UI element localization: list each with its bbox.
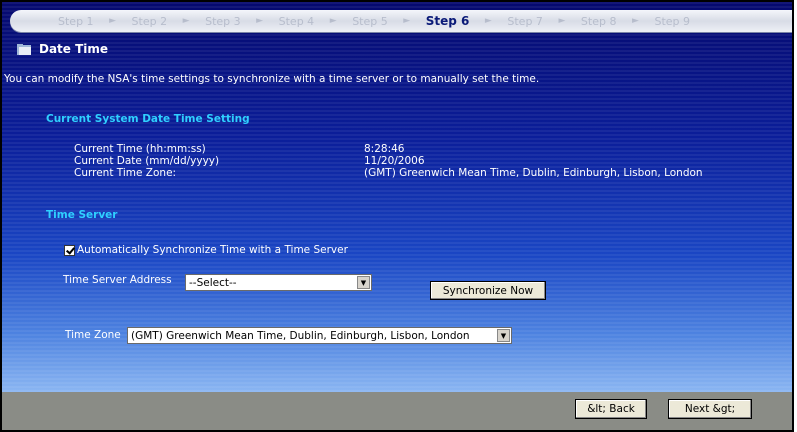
- step-3: Step 3: [205, 14, 241, 28]
- step-arrow-icon: ►: [256, 16, 264, 26]
- step-6-active: Step 6: [425, 14, 470, 28]
- step-8: Step 8: [580, 14, 617, 28]
- step-5: Step 5: [352, 14, 388, 28]
- folder-icon: [17, 43, 31, 55]
- page-title-row: Date Time: [17, 42, 108, 56]
- step-arrow-icon: ►: [182, 16, 190, 26]
- current-zone-label: Current Time Zone:: [74, 167, 177, 179]
- synchronize-now-button[interactable]: Synchronize Now: [430, 281, 546, 300]
- step-arrow-icon: ►: [632, 16, 639, 26]
- current-setting-heading: Current System Date Time Setting: [46, 113, 250, 125]
- step-1: Step 1: [58, 14, 94, 28]
- time-zone-value: (GMT) Greenwich Mean Time, Dublin, Edinb…: [131, 329, 470, 342]
- back-button[interactable]: &lt; Back: [575, 399, 647, 419]
- step-arrow-icon: ►: [484, 16, 492, 26]
- page-title: Date Time: [39, 42, 109, 56]
- dropdown-arrow-icon[interactable]: ▼: [357, 276, 370, 289]
- step-arrow-icon: ►: [109, 16, 116, 26]
- footer-bar: &lt; Back Next &gt;: [2, 392, 792, 430]
- step-bar: Step 1 ► Step 2 ► Step 3 ► Step 4 ► Step…: [10, 10, 792, 32]
- current-date-label: Current Date (mm/dd/yyyy): [74, 155, 220, 167]
- auto-sync-row[interactable]: Automatically Synchronize Time with a Ti…: [64, 244, 348, 256]
- main-panel: Step 1 ► Step 2 ► Step 3 ► Step 4 ► Step…: [2, 2, 792, 392]
- time-server-address-value: --Select--: [189, 276, 237, 289]
- step-9: Step 9: [654, 14, 691, 28]
- dropdown-arrow-icon[interactable]: ▼: [497, 329, 510, 342]
- time-server-address-label: Time Server Address: [63, 274, 172, 286]
- step-2: Step 2: [131, 14, 168, 28]
- auto-sync-checkbox[interactable]: [64, 244, 75, 256]
- current-date-value: 11/20/2006: [364, 155, 425, 167]
- wizard-window: Step 1 ► Step 2 ► Step 3 ► Step 4 ► Step…: [0, 0, 794, 432]
- auto-sync-label: Automatically Synchronize Time with a Ti…: [77, 244, 348, 256]
- next-button[interactable]: Next &gt;: [668, 399, 752, 419]
- step-arrow-icon: ►: [329, 16, 337, 26]
- time-server-address-select[interactable]: --Select-- ▼: [185, 274, 372, 291]
- current-time-label: Current Time (hh:mm:ss): [74, 143, 206, 155]
- step-arrow-icon: ►: [403, 16, 411, 26]
- step-4: Step 4: [278, 14, 315, 28]
- current-time-value: 8:28:46: [364, 143, 405, 155]
- time-zone-label: Time Zone: [65, 329, 121, 341]
- time-zone-select[interactable]: (GMT) Greenwich Mean Time, Dublin, Edinb…: [127, 327, 512, 344]
- current-zone-value: (GMT) Greenwich Mean Time, Dublin, Edinb…: [364, 167, 703, 179]
- step-arrow-icon: ►: [558, 16, 566, 26]
- step-7: Step 7: [507, 14, 543, 28]
- time-server-heading: Time Server: [46, 209, 118, 221]
- intro-text: You can modify the NSA's time settings t…: [4, 73, 540, 85]
